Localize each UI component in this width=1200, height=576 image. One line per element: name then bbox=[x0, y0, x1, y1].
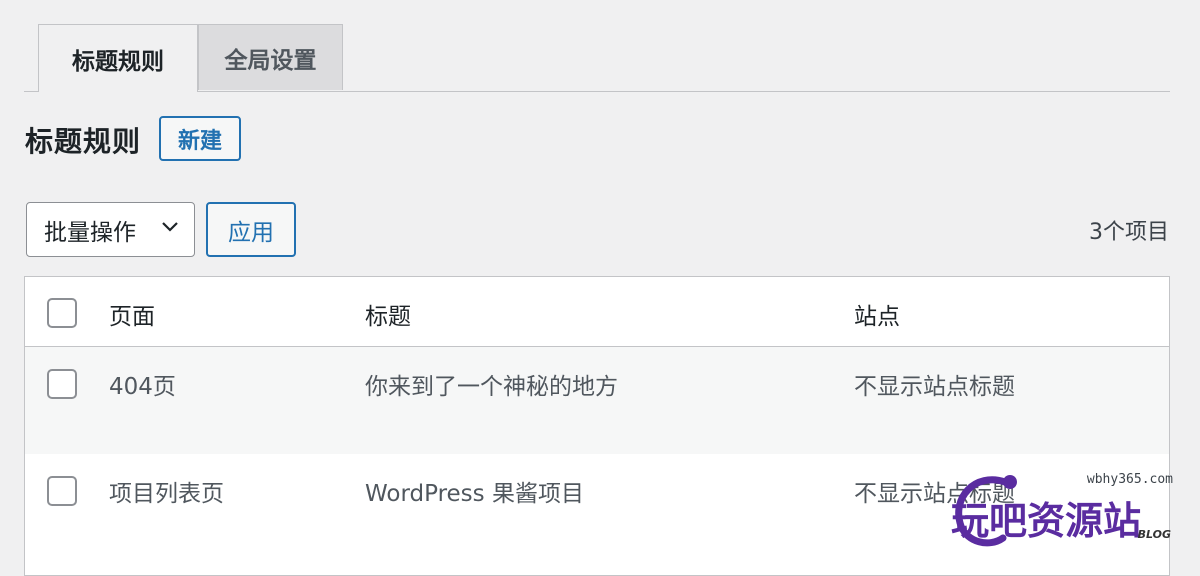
page-title: 标题规则 bbox=[25, 125, 142, 158]
row-checkbox[interactable] bbox=[47, 476, 77, 506]
bulk-action-select[interactable]: 批量操作 bbox=[26, 202, 195, 257]
tab-bar: 标题规则 全局设置 bbox=[24, 24, 1170, 92]
select-all-checkbox[interactable] bbox=[47, 298, 77, 328]
tab-title-rules[interactable]: 标题规则 bbox=[38, 24, 198, 92]
add-new-button[interactable]: 新建 bbox=[159, 116, 241, 161]
item-count: 3个项目 bbox=[1089, 220, 1169, 245]
bulk-action-label: 批量操作 bbox=[44, 219, 136, 246]
column-header-title[interactable]: 标题 bbox=[365, 297, 411, 331]
table-header: 页面 标题 站点 bbox=[25, 277, 1169, 347]
row-title: WordPress 果酱项目 bbox=[365, 481, 584, 507]
row-page[interactable]: 404页 bbox=[109, 367, 176, 401]
watermark-text: 玩吧资源站 bbox=[951, 499, 1142, 543]
apply-button[interactable]: 应用 bbox=[206, 202, 296, 257]
row-checkbox[interactable] bbox=[47, 369, 77, 399]
watermark-url: wbhy365.com bbox=[1086, 472, 1173, 487]
column-header-page[interactable]: 页面 bbox=[109, 297, 155, 331]
row-title: 你来到了一个神秘的地方 bbox=[365, 374, 618, 400]
chevron-down-icon bbox=[162, 222, 178, 232]
row-site: 不显示站点标题 bbox=[854, 374, 1015, 400]
row-page[interactable]: 项目列表页 bbox=[109, 474, 224, 508]
watermark-tag: BLOG bbox=[1137, 528, 1171, 541]
watermark: wbhy365.com 玩吧资源站 BLOG bbox=[945, 468, 1185, 558]
table-row: 404页 你来到了一个神秘的地方 不显示站点标题 bbox=[25, 347, 1169, 454]
column-header-site[interactable]: 站点 bbox=[854, 297, 900, 331]
tab-global-settings[interactable]: 全局设置 bbox=[198, 24, 343, 90]
